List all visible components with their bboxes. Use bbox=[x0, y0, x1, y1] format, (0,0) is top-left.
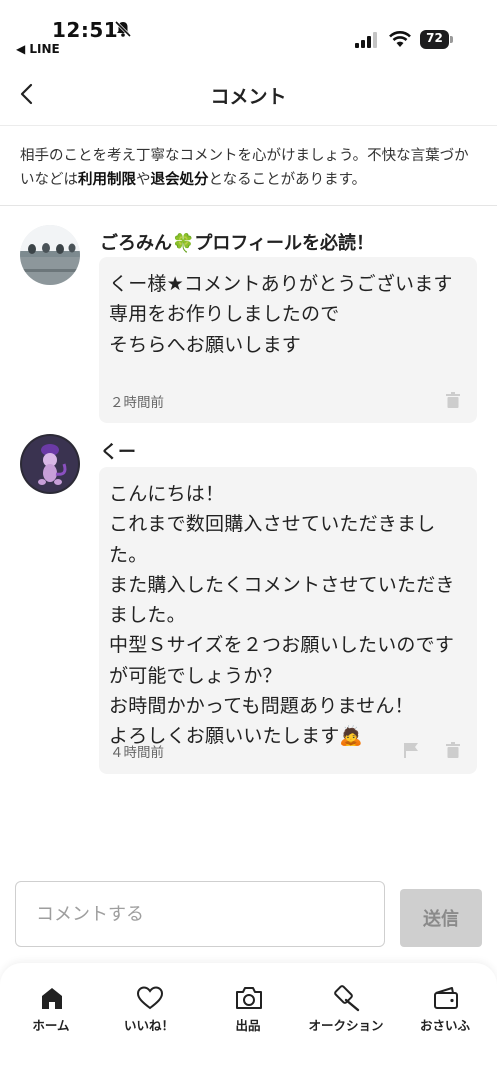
commenter-name: くー bbox=[100, 442, 136, 463]
signal-icon bbox=[355, 32, 377, 48]
comment-text: くー様★コメントありがとうございます 専用をお作りしましたので そちらへお願いし… bbox=[109, 273, 453, 356]
flag-icon[interactable] bbox=[402, 741, 420, 759]
status-time: 12:51 bbox=[52, 18, 119, 42]
comment-time: ４時間前 bbox=[110, 745, 164, 761]
avatar-photo bbox=[20, 225, 80, 285]
tab-wallet[interactable]: おさいふ bbox=[398, 983, 492, 1039]
comment-text: こんにちは！ これまで数回購入させていただきました。 また購入したくコメントさせ… bbox=[109, 483, 455, 748]
tab-label: いいね！ bbox=[123, 1018, 174, 1033]
comment-input[interactable] bbox=[15, 881, 385, 947]
heart-icon bbox=[135, 983, 165, 1013]
tab-sell[interactable]: 出品 bbox=[201, 983, 295, 1039]
tab-likes[interactable]: いいね！ bbox=[102, 983, 196, 1039]
wallet-icon bbox=[431, 983, 461, 1013]
avatar[interactable] bbox=[20, 225, 80, 285]
tab-auction[interactable]: オークション bbox=[299, 983, 393, 1039]
notice-account-removal: 退会処分 bbox=[150, 172, 209, 188]
avatar-photo bbox=[20, 434, 80, 494]
battery-indicator: 72 bbox=[420, 30, 454, 49]
status-bar: 12:51 ◀ LINE 72 bbox=[0, 0, 497, 62]
battery-level: 72 bbox=[426, 31, 443, 45]
notice-usage-restriction: 利用制限 bbox=[78, 172, 136, 188]
comment-bubble: こんにちは！ これまで数回購入させていただきました。 また購入したくコメントさせ… bbox=[99, 467, 477, 774]
tab-home[interactable]: ホーム bbox=[4, 983, 98, 1039]
wifi-icon bbox=[389, 31, 411, 47]
trash-icon[interactable] bbox=[444, 741, 462, 759]
tab-label: 出品 bbox=[235, 1018, 261, 1033]
tab-label: オークション bbox=[308, 1018, 384, 1033]
divider bbox=[0, 205, 497, 206]
trash-icon[interactable] bbox=[444, 391, 462, 409]
send-button[interactable]: 送信 bbox=[400, 889, 482, 947]
notice-text: や bbox=[136, 172, 151, 188]
home-icon bbox=[37, 983, 67, 1013]
avatar[interactable] bbox=[20, 434, 80, 494]
comment-bubble: くー様★コメントありがとうございます 専用をお作りしましたので そちらへお願いし… bbox=[99, 257, 477, 423]
bell-muted-icon bbox=[114, 20, 132, 38]
bottom-tab-bar: ホーム いいね！ 出品 オークション おさいふ bbox=[0, 963, 497, 1080]
comment-time: ２時間前 bbox=[110, 395, 164, 411]
comment-guideline-notice: 相手のことを考え丁寧なコメントを心がけましょう。不快な言葉づかいなどは利用制限や… bbox=[20, 144, 480, 192]
tab-label: おさいふ bbox=[419, 1018, 470, 1033]
back-to-app-link[interactable]: ◀ LINE bbox=[16, 42, 60, 56]
notice-text: となることがあります。 bbox=[208, 172, 367, 188]
commenter-name: ごろみん🍀プロフィールを必読！ bbox=[100, 233, 375, 254]
camera-icon bbox=[234, 983, 264, 1013]
header: コメント bbox=[0, 62, 497, 126]
gavel-icon bbox=[332, 983, 362, 1013]
page-title: コメント bbox=[210, 86, 287, 108]
